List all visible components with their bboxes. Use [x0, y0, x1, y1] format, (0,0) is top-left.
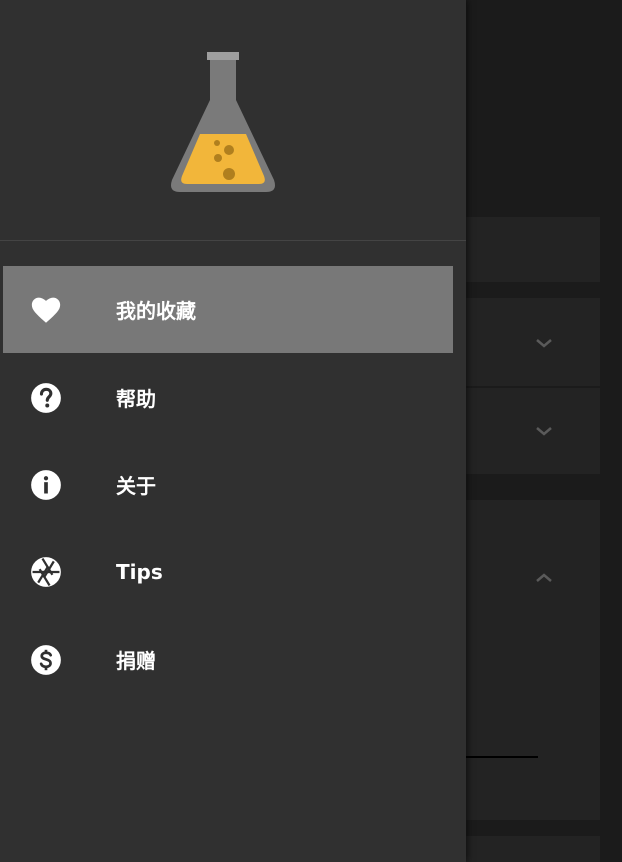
heart-icon [29, 293, 63, 327]
drawer-item-help[interactable]: 帮助 [3, 354, 453, 441]
background-card-1 [466, 217, 600, 282]
drawer-header [0, 0, 466, 240]
drawer-item-favorites[interactable]: 我的收藏 [3, 266, 453, 353]
drawer-item-about[interactable]: 关于 [3, 441, 453, 528]
drawer-item-label: 捐赠 [116, 649, 156, 673]
chevron-down-icon[interactable] [532, 419, 556, 443]
navigation-drawer: 我的收藏 帮助 关于 Tips 捐赠 [0, 0, 466, 862]
background-card-5 [466, 836, 600, 862]
drawer-item-label: 我的收藏 [116, 299, 196, 323]
info-circle-icon [29, 468, 63, 502]
chevron-down-icon[interactable] [532, 331, 556, 355]
background-card-2 [466, 298, 600, 386]
chevron-up-icon[interactable] [532, 566, 556, 590]
background-card-4 [466, 500, 600, 820]
drawer-item-label: 帮助 [116, 387, 156, 411]
flask-icon [171, 52, 275, 192]
drawer-item-tips[interactable]: Tips [3, 528, 453, 615]
help-circle-icon [29, 381, 63, 415]
dollar-circle-icon [29, 643, 63, 677]
header-divider [0, 240, 466, 241]
drawer-item-label: 关于 [116, 474, 156, 498]
background-card-3 [466, 388, 600, 474]
background-underline [466, 756, 538, 758]
drawer-item-donate[interactable]: 捐赠 [3, 616, 453, 703]
drawer-item-label: Tips [116, 559, 163, 584]
aperture-icon [29, 555, 63, 589]
